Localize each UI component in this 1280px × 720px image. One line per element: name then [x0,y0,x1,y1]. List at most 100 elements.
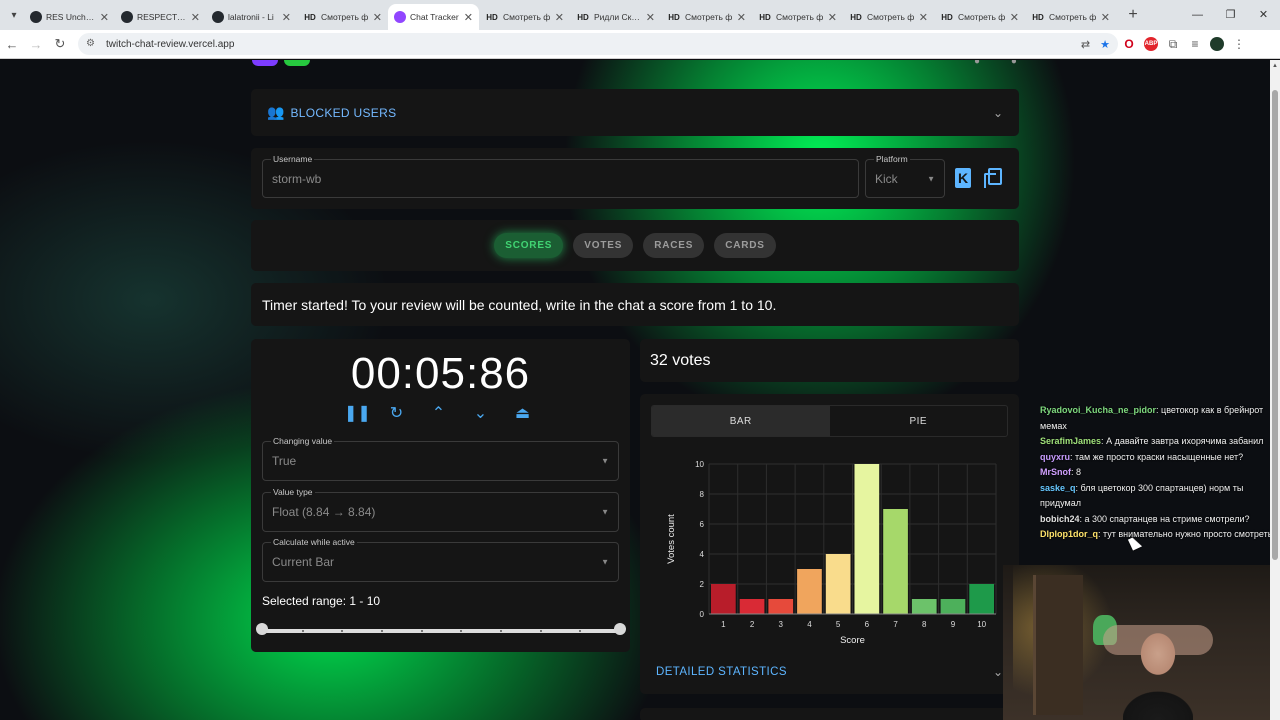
y-tick-label: 4 [700,550,705,559]
range-slider-max-handle[interactable] [614,623,626,635]
browser-tab[interactable]: HD Смотреть ф ✕ [934,4,1025,30]
kick-logo[interactable] [284,60,310,66]
tab-races[interactable]: RACES [643,233,705,258]
chevron-up-icon[interactable]: ⌃ [428,403,449,423]
back-icon[interactable]: ← [0,37,24,52]
range-slider-track[interactable] [262,629,619,633]
calculate-value: Current Bar [272,555,335,569]
username-field[interactable]: Username storm-wb [262,154,859,198]
close-tab-icon[interactable]: ✕ [464,11,473,24]
close-tab-icon[interactable]: ✕ [373,11,382,24]
profile-avatar[interactable] [1210,37,1224,51]
detailed-statistics-toggle[interactable]: DETAILED STATISTICS ⌄ [640,652,1019,692]
browser-tab[interactable]: HD Смотреть ф ✕ [479,4,570,30]
restart-icon[interactable]: ↻ [386,403,407,423]
tab-votes[interactable]: VOTES [573,233,634,258]
y-axis-label: Votes count [666,514,677,564]
hd-icon: HD [1032,12,1044,22]
browser-tab[interactable]: RES Unchain ✕ [24,4,115,30]
pause-icon[interactable]: ❚❚ [344,403,371,423]
tab-cards[interactable]: CARDS [714,233,776,258]
votes-count: 32 votes [640,339,1019,382]
votes-bar-chart: 02468101 2 3 4 5 6 7 8 9 10ScoreVotes count [666,460,997,646]
close-tab-icon[interactable]: ✕ [555,11,564,24]
twitch-logo[interactable] [252,60,278,66]
browser-tab[interactable]: HD Смотреть ф ✕ [661,4,752,30]
calculate-select[interactable]: Calculate while active Current Bar ▼ [262,537,619,582]
reading-list-icon[interactable]: ≡ [1184,37,1206,51]
x-tick-label: 6 [865,620,870,629]
bar-score-8 [911,599,937,614]
chat-username: Ryadovoi_Kucha_ne_pidor [1040,405,1157,415]
close-window-icon[interactable]: ✕ [1247,0,1280,30]
timer-panel: 00:05:86 ❚❚ ↻ ⌃ ⌄ ⏏ Changing value True … [251,339,630,652]
close-tab-icon[interactable]: ✕ [737,11,746,24]
browser-tab[interactable]: HD Смотреть ф ✕ [297,4,388,30]
timer-controls: ❚❚ ↻ ⌃ ⌄ ⏏ [344,403,533,423]
maximize-icon[interactable]: ❐ [1214,0,1247,30]
tab-bar-chart[interactable]: BAR [652,406,830,436]
scroll-up-icon[interactable]: ▲ [1272,63,1278,69]
browser-tab[interactable]: HD Смотреть ф ✕ [752,4,843,30]
browser-tab[interactable]: HD Смотреть ф ✕ [1025,4,1116,30]
tab-title: RESPECT - Li [137,12,188,22]
changing-value-value: True [272,454,297,468]
close-tab-icon[interactable]: ✕ [191,11,200,24]
browser-tab[interactable]: HD Смотреть ф ✕ [843,4,934,30]
value-type-label: Value type [271,487,315,497]
value-type-select[interactable]: Value type Float (8.84 → 8.84) ▼ [262,487,619,532]
browser-tab[interactable]: HD Ридли Скотт ✕ [570,4,661,30]
x-tick-label: 10 [977,620,986,629]
tab-pie-chart[interactable]: PIE [830,406,1008,436]
url-field[interactable]: ⚙ twitch-chat-review.vercel.app ⇄ ★ [78,33,1118,55]
tab-title: Смотреть ф [321,12,369,22]
close-tab-icon[interactable]: ✕ [646,11,655,24]
changing-value-select[interactable]: Changing value True ▼ [262,436,619,481]
dropdown-arrow-icon: ▼ [601,456,609,466]
browser-tab[interactable]: RESPECT - Li ✕ [115,4,206,30]
browser-tab[interactable]: Chat Tracker ✕ [388,4,479,30]
copy-icon[interactable] [984,168,1002,188]
mode-tabs: SCORES VOTES RACES CARDS [251,220,1019,271]
close-tab-icon[interactable]: ✕ [828,11,837,24]
calculate-label: Calculate while active [271,537,357,547]
platform-select[interactable]: Platform Kick ▼ [865,154,945,198]
extensions-puzzle-icon[interactable]: ⧉ [1162,37,1184,52]
forward-icon[interactable]: → [24,37,48,52]
eject-icon[interactable]: ⏏ [512,403,533,423]
close-tab-icon[interactable]: ✕ [100,11,109,24]
kick-channel-button[interactable]: K [955,168,971,188]
streamer [1123,620,1193,720]
close-tab-icon[interactable]: ✕ [919,11,928,24]
chevron-down-icon[interactable]: ⌄ [470,403,491,423]
tab-title: Смотреть ф [685,12,733,22]
new-tab-button[interactable]: + [1122,6,1144,24]
close-tab-icon[interactable]: ✕ [1010,11,1019,24]
x-tick-label: 4 [807,620,812,629]
chevron-down-icon[interactable]: ⌄ [993,106,1003,120]
close-tab-icon[interactable]: ✕ [1101,11,1110,24]
timer-status-message: Timer started! To your review will be co… [251,283,1019,326]
adblock-extension-icon[interactable]: ABP [1144,37,1158,51]
blocked-users-panel[interactable]: 👥 BLOCKED USERS ⌄ [251,89,1019,136]
page-scrollbar[interactable]: ▲ [1270,60,1280,720]
next-panel [640,708,1019,720]
translate-icon[interactable]: ⇄ [1081,38,1090,51]
x-tick-label: 7 [893,620,898,629]
close-tab-icon[interactable]: ✕ [282,11,291,24]
scrollbar-thumb[interactable] [1272,90,1278,560]
minimize-icon[interactable]: — [1181,0,1214,30]
chat-username: bobich24 [1040,513,1080,524]
reload-icon[interactable]: ↻ [48,36,72,52]
site-info-icon[interactable]: ⚙ [86,38,98,50]
browser-tabbar: ▾ RES Unchain ✕ RESPECT - Li ✕ lalatronii - … [0,0,1280,30]
chat-message: bobich24: а 300 спартанцев на стриме смо… [1040,512,1274,528]
tab-scores[interactable]: SCORES [494,233,564,258]
opera-extension-icon[interactable]: O [1118,37,1140,51]
bookmark-star-icon[interactable]: ★ [1100,38,1110,51]
browser-tab[interactable]: lalatronii - Li ✕ [206,4,297,30]
tab-search-icon[interactable]: ▾ [4,10,24,21]
browser-menu-icon[interactable]: ⋮ [1228,37,1250,51]
tab-title: Chat Tracker [410,12,459,22]
range-slider-min-handle[interactable] [256,623,268,635]
